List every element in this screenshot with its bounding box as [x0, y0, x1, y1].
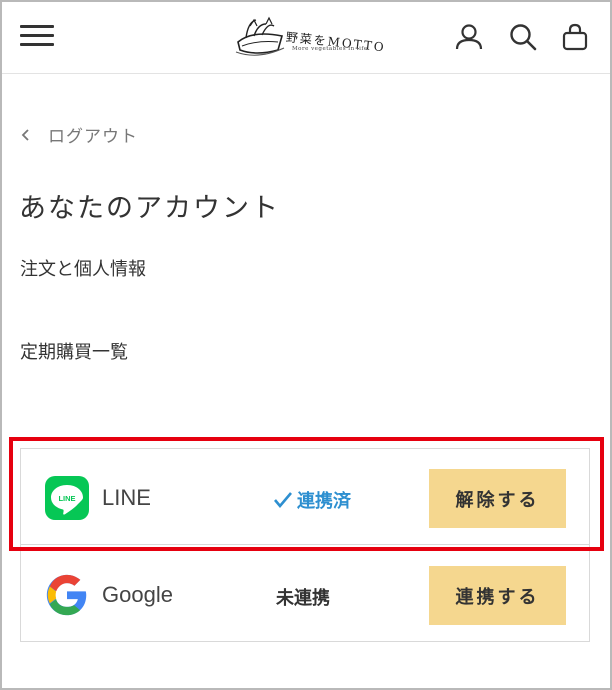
link-google-button[interactable]: 連携する	[429, 566, 566, 625]
subscriptions-list-link[interactable]: 定期購買一覧	[20, 338, 128, 364]
site-header: 野菜をMOTTO More vegetables in life	[2, 2, 610, 74]
status-unlinked: 未連携	[276, 588, 330, 609]
highlight-box	[9, 437, 604, 551]
hamburger-menu-icon[interactable]	[20, 23, 54, 49]
account-icon[interactable]	[454, 22, 484, 52]
orders-and-personal-info-link[interactable]: 注文と個人情報	[20, 255, 146, 281]
logout-link[interactable]: ログアウト	[20, 122, 138, 147]
logo-tagline: More vegetables in life	[292, 46, 368, 52]
page-title: あなたのアカウント	[19, 193, 280, 224]
connection-row-google: Google 未連携 連携する	[21, 546, 589, 642]
logout-label: ログアウト	[48, 127, 138, 147]
site-logo[interactable]: 野菜をMOTTO More vegetables in life	[232, 14, 386, 62]
google-logo-icon	[45, 573, 89, 617]
vegetable-basket-icon	[235, 16, 285, 56]
search-icon[interactable]	[508, 22, 538, 52]
service-name-google: Google	[102, 582, 173, 607]
chevron-left-icon	[21, 128, 29, 141]
shopping-bag-icon[interactable]	[560, 22, 590, 52]
